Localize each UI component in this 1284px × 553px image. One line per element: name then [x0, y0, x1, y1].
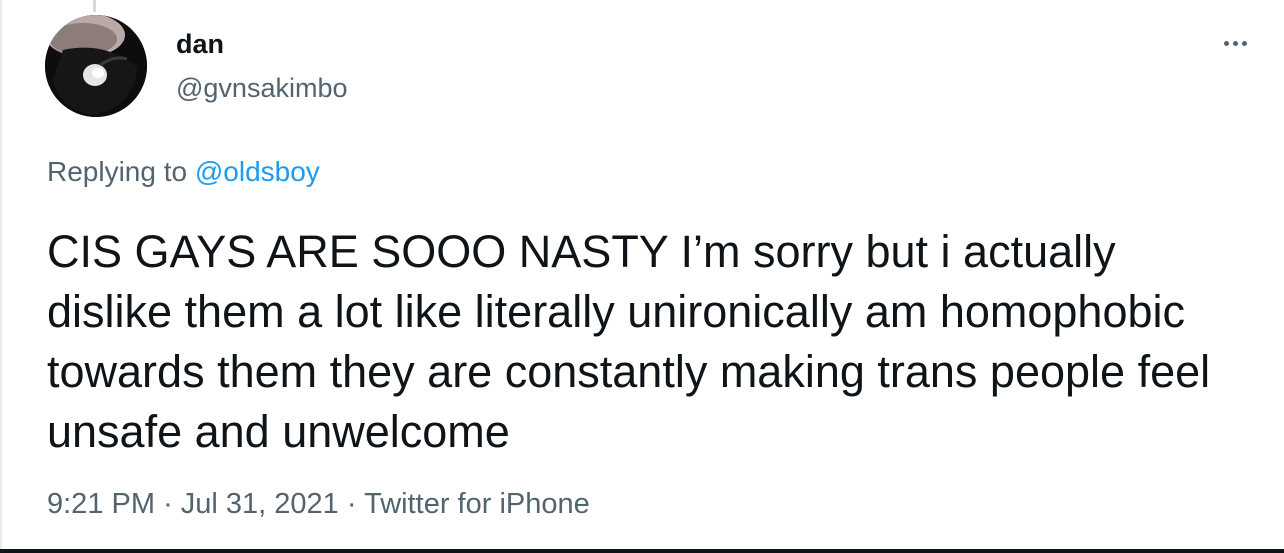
tweet-metadata: 9:21 PM · Jul 31, 2021 · Twitter for iPh… — [47, 484, 590, 524]
more-horizontal-icon-dot — [1241, 40, 1247, 46]
thread-connector-line — [93, 0, 96, 12]
reply-target-link[interactable]: @oldsboy — [195, 156, 320, 187]
avatar-image — [45, 15, 147, 117]
bottom-divider — [0, 549, 1284, 553]
replying-to-label: Replying to — [47, 156, 188, 187]
more-options-button[interactable] — [1213, 28, 1257, 58]
tweet-source[interactable]: Twitter for iPhone — [364, 488, 590, 520]
tweet-text: CIS GAYS ARE SOOO NASTY I’m sorry but i … — [47, 226, 1211, 457]
card-left-border — [0, 0, 2, 553]
author-handle[interactable]: @gvnsakimbo — [176, 70, 347, 106]
author-display-name[interactable]: dan — [176, 26, 224, 62]
tweet-time[interactable]: 9:21 PM — [47, 488, 155, 520]
more-horizontal-icon-dot — [1232, 40, 1238, 46]
meta-separator: · — [163, 488, 173, 520]
tweet-card: dan @gvnsakimbo Replying to @oldsboy CIS… — [0, 0, 1284, 553]
meta-separator-2: · — [346, 488, 357, 520]
avatar[interactable] — [45, 15, 147, 117]
replying-to: Replying to @oldsboy — [47, 154, 320, 190]
more-horizontal-icon — [1223, 40, 1229, 46]
tweet-date[interactable]: Jul 31, 2021 — [181, 488, 339, 520]
